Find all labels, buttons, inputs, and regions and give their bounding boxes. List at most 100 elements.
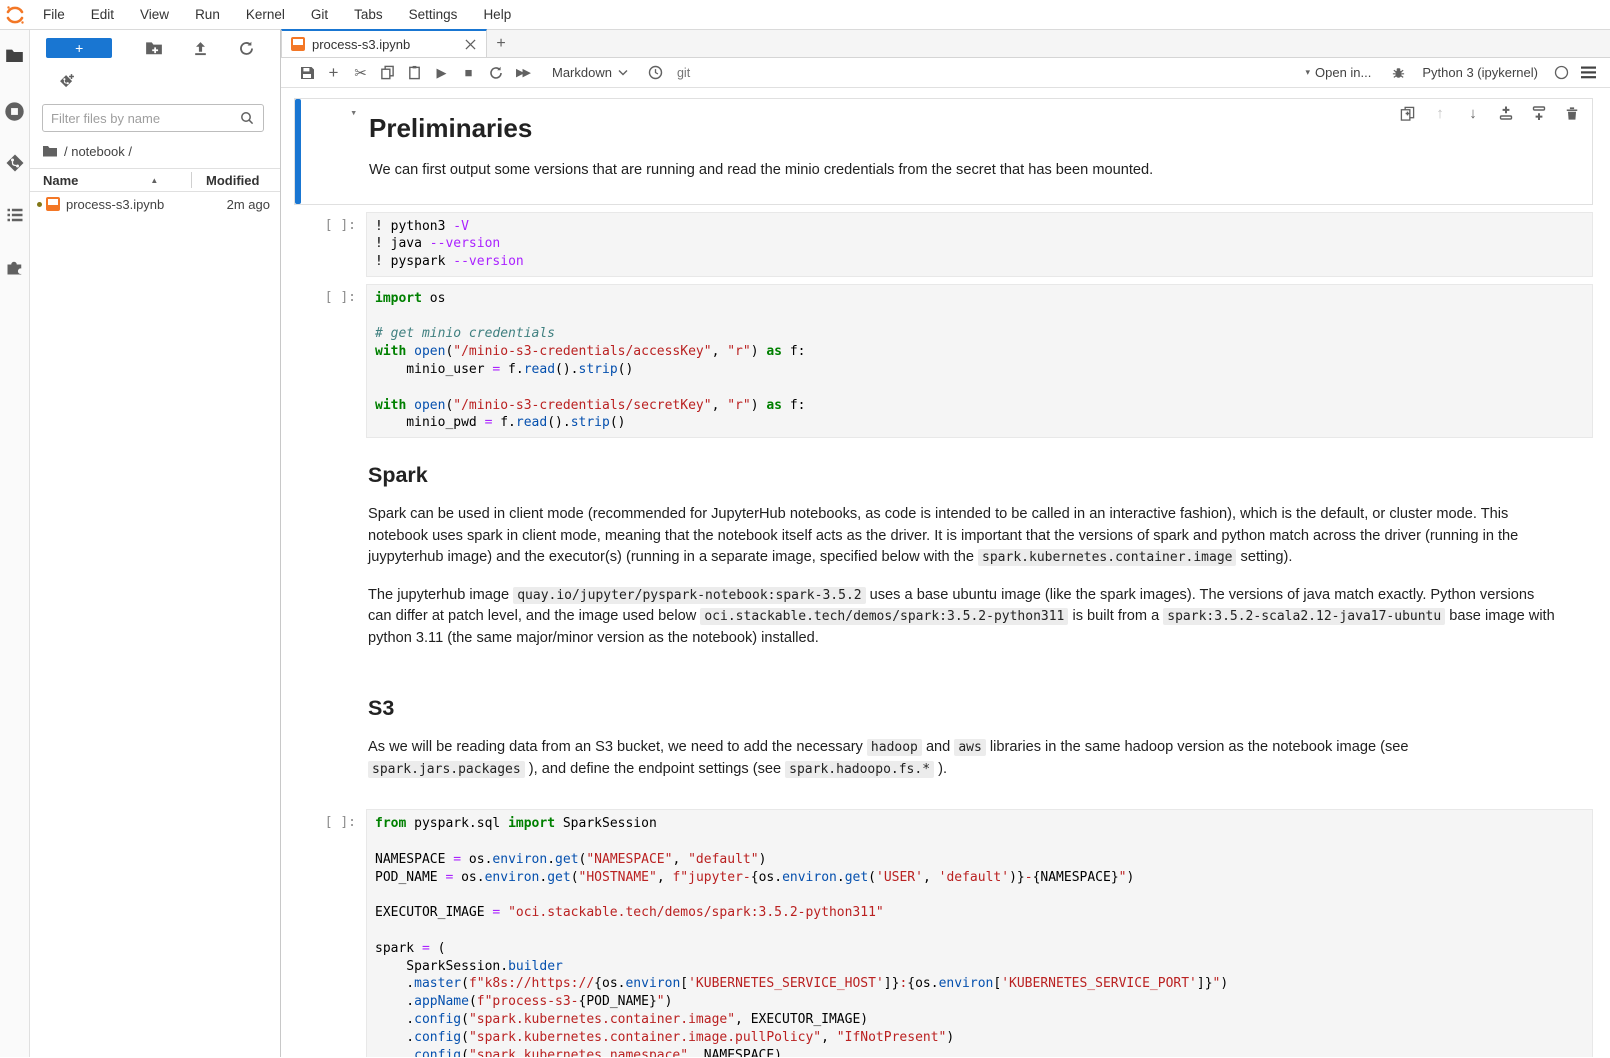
file-list-header: Name ▲ Modified (30, 168, 280, 192)
extension-manager-icon[interactable] (3, 255, 27, 279)
git-status-dot (37, 202, 42, 207)
tab-close-icon[interactable] (462, 36, 478, 52)
code-editor[interactable]: ! python3 -V! java --version! pyspark --… (366, 212, 1593, 277)
git-clone-row (30, 66, 280, 96)
insert-cell-above-icon[interactable] (1498, 105, 1514, 121)
rendered-markdown: S3 As we will be reading data from an S3 … (366, 678, 1593, 802)
kernel-name[interactable]: Python 3 (ipykernel) (1422, 65, 1538, 80)
inline-code: quay.io/jupyter/pyspark-notebook:spark-3… (513, 587, 865, 604)
notebook-cell-4[interactable]: S3 As we will be reading data from an S3 … (294, 678, 1593, 802)
inline-code: spark.hadoopo.fs.* (785, 761, 934, 778)
debugger-bug-icon[interactable] (1385, 61, 1412, 85)
menu-items: FileEditViewRunKernelGitTabsSettingsHelp (30, 0, 524, 30)
tab-bar: process-s3.ipynb + (281, 30, 1610, 58)
paste-cell-icon[interactable] (401, 61, 428, 85)
jupyterhub-logo-icon (0, 0, 30, 30)
git-clone-icon[interactable] (58, 73, 75, 90)
copy-cell-icon[interactable] (374, 61, 401, 85)
menu-item-settings[interactable]: Settings (396, 0, 471, 30)
table-of-contents-icon[interactable] (3, 203, 27, 227)
breadcrumb[interactable]: / notebook / (30, 138, 280, 164)
insert-cell-below-icon[interactable] (1531, 105, 1547, 121)
column-header-modified[interactable]: Modified (192, 173, 280, 188)
git-sidebar-icon[interactable] (3, 151, 27, 175)
menu-item-run[interactable]: Run (182, 0, 233, 30)
file-row[interactable]: process-s3.ipynb2m ago (30, 192, 280, 216)
menu-item-edit[interactable]: Edit (78, 0, 127, 30)
inline-code: oci.stackable.tech/demos/spark:3.5.2-pyt… (700, 608, 1068, 625)
new-launcher-button[interactable]: + (46, 38, 112, 58)
code-cell-body: from pyspark.sql import SparkSession NAM… (366, 809, 1593, 1057)
cell-type-dropdown[interactable]: Markdown (548, 63, 632, 82)
notebook-cell-2[interactable]: [ ]:import os # get minio credentialswit… (294, 284, 1593, 438)
running-kernels-icon[interactable] (3, 99, 27, 123)
tab-title: process-s3.ipynb (305, 37, 462, 52)
notebook-cell-0[interactable]: ▾PreliminariesWe can first output some v… (294, 98, 1593, 205)
open-in-dropdown[interactable]: ▾ Open in... (1305, 65, 1371, 80)
menu-item-help[interactable]: Help (470, 0, 524, 30)
file-browser-icon[interactable] (3, 43, 27, 67)
cell-prompt: [ ]: (300, 212, 366, 277)
markdown-paragraph: Spark can be used in client mode (recomm… (368, 504, 1558, 569)
file-browser-panel: + (30, 30, 281, 1057)
inline-code: spark.kubernetes.container.image (978, 549, 1236, 566)
notebook-file-icon (291, 37, 305, 51)
restart-kernel-icon[interactable] (482, 61, 509, 85)
file-list: process-s3.ipynb2m ago (30, 192, 280, 216)
refresh-icon[interactable] (223, 36, 270, 60)
cell-prompt: [ ]: (300, 284, 366, 438)
duplicate-cell-icon[interactable] (1399, 105, 1415, 121)
menu-item-file[interactable]: File (30, 0, 78, 30)
restart-run-all-icon[interactable]: ▶▶ (509, 61, 536, 85)
cell-prompt: ▾ (301, 99, 367, 204)
menu-item-kernel[interactable]: Kernel (233, 0, 298, 30)
code-editor[interactable]: from pyspark.sql import SparkSession NAM… (366, 809, 1593, 1057)
jupyterlab-window: FileEditViewRunKernelGitTabsSettingsHelp (0, 0, 1610, 1058)
stop-kernel-icon[interactable]: ■ (455, 61, 482, 85)
markdown-paragraph: We can first output some versions that a… (369, 160, 1559, 182)
notebook-cell-3[interactable]: SparkSpark can be used in client mode (r… (294, 445, 1593, 671)
delete-cell-icon[interactable] (1564, 105, 1580, 121)
collapse-heading-icon[interactable]: ▾ (350, 106, 357, 119)
inline-code: hadoop (867, 739, 922, 756)
file-browser-toolbar: + (30, 30, 280, 66)
cell-prompt: [ ]: (300, 809, 366, 1057)
kernel-status-icon[interactable] (1548, 61, 1575, 85)
hamburger-menu-icon[interactable] (1575, 61, 1602, 85)
notebook-cell-5[interactable]: [ ]:from pyspark.sql import SparkSession… (294, 809, 1593, 1057)
upload-icon[interactable] (177, 36, 224, 60)
filter-files-input[interactable] (51, 111, 239, 126)
home-folder-icon[interactable] (42, 143, 58, 159)
markdown-heading: S3 (368, 696, 1593, 721)
column-header-name[interactable]: Name ▲ (30, 173, 191, 188)
menu-item-view[interactable]: View (127, 0, 182, 30)
inline-code: aws (954, 739, 985, 756)
move-cell-up-icon: ↑ (1432, 105, 1448, 121)
tab-process-s3[interactable]: process-s3.ipynb (281, 29, 487, 57)
notebook-scroll-area[interactable]: ▾PreliminariesWe can first output some v… (281, 88, 1610, 1057)
insert-cell-icon[interactable]: + (320, 61, 347, 85)
run-cell-icon[interactable]: ▶ (428, 61, 455, 85)
git-toolbar-label: git (677, 66, 690, 80)
save-icon[interactable] (293, 61, 320, 85)
menu-bar: FileEditViewRunKernelGitTabsSettingsHelp (0, 0, 1610, 30)
markdown-paragraph: The jupyterhub image quay.io/jupyter/pys… (368, 585, 1558, 650)
breadcrumb-path: / notebook / (64, 144, 132, 159)
cell-toolbar: ↑↓ (1395, 103, 1584, 123)
cell-prompt (300, 445, 366, 671)
notebook-cell-1[interactable]: [ ]:! python3 -V! java --version! pyspar… (294, 212, 1593, 277)
new-tab-button[interactable]: + (487, 31, 515, 57)
inline-code: spark.jars.packages (368, 761, 525, 778)
menu-item-tabs[interactable]: Tabs (341, 0, 396, 30)
menu-item-git[interactable]: Git (298, 0, 341, 30)
move-cell-down-icon[interactable]: ↓ (1465, 105, 1481, 121)
sort-ascending-icon: ▲ (150, 176, 158, 185)
cut-cell-icon[interactable]: ✂ (347, 61, 374, 85)
inline-code: spark:3.5.2-scala2.12-java17-ubuntu (1163, 608, 1445, 625)
chevron-down-icon (618, 69, 628, 76)
new-folder-icon[interactable] (130, 36, 177, 60)
clock-icon (642, 61, 669, 85)
code-editor[interactable]: import os # get minio credentialswith op… (366, 284, 1593, 438)
code-cell-body: import os # get minio credentialswith op… (366, 284, 1593, 438)
markdown-paragraph: As we will be reading data from an S3 bu… (368, 737, 1558, 780)
